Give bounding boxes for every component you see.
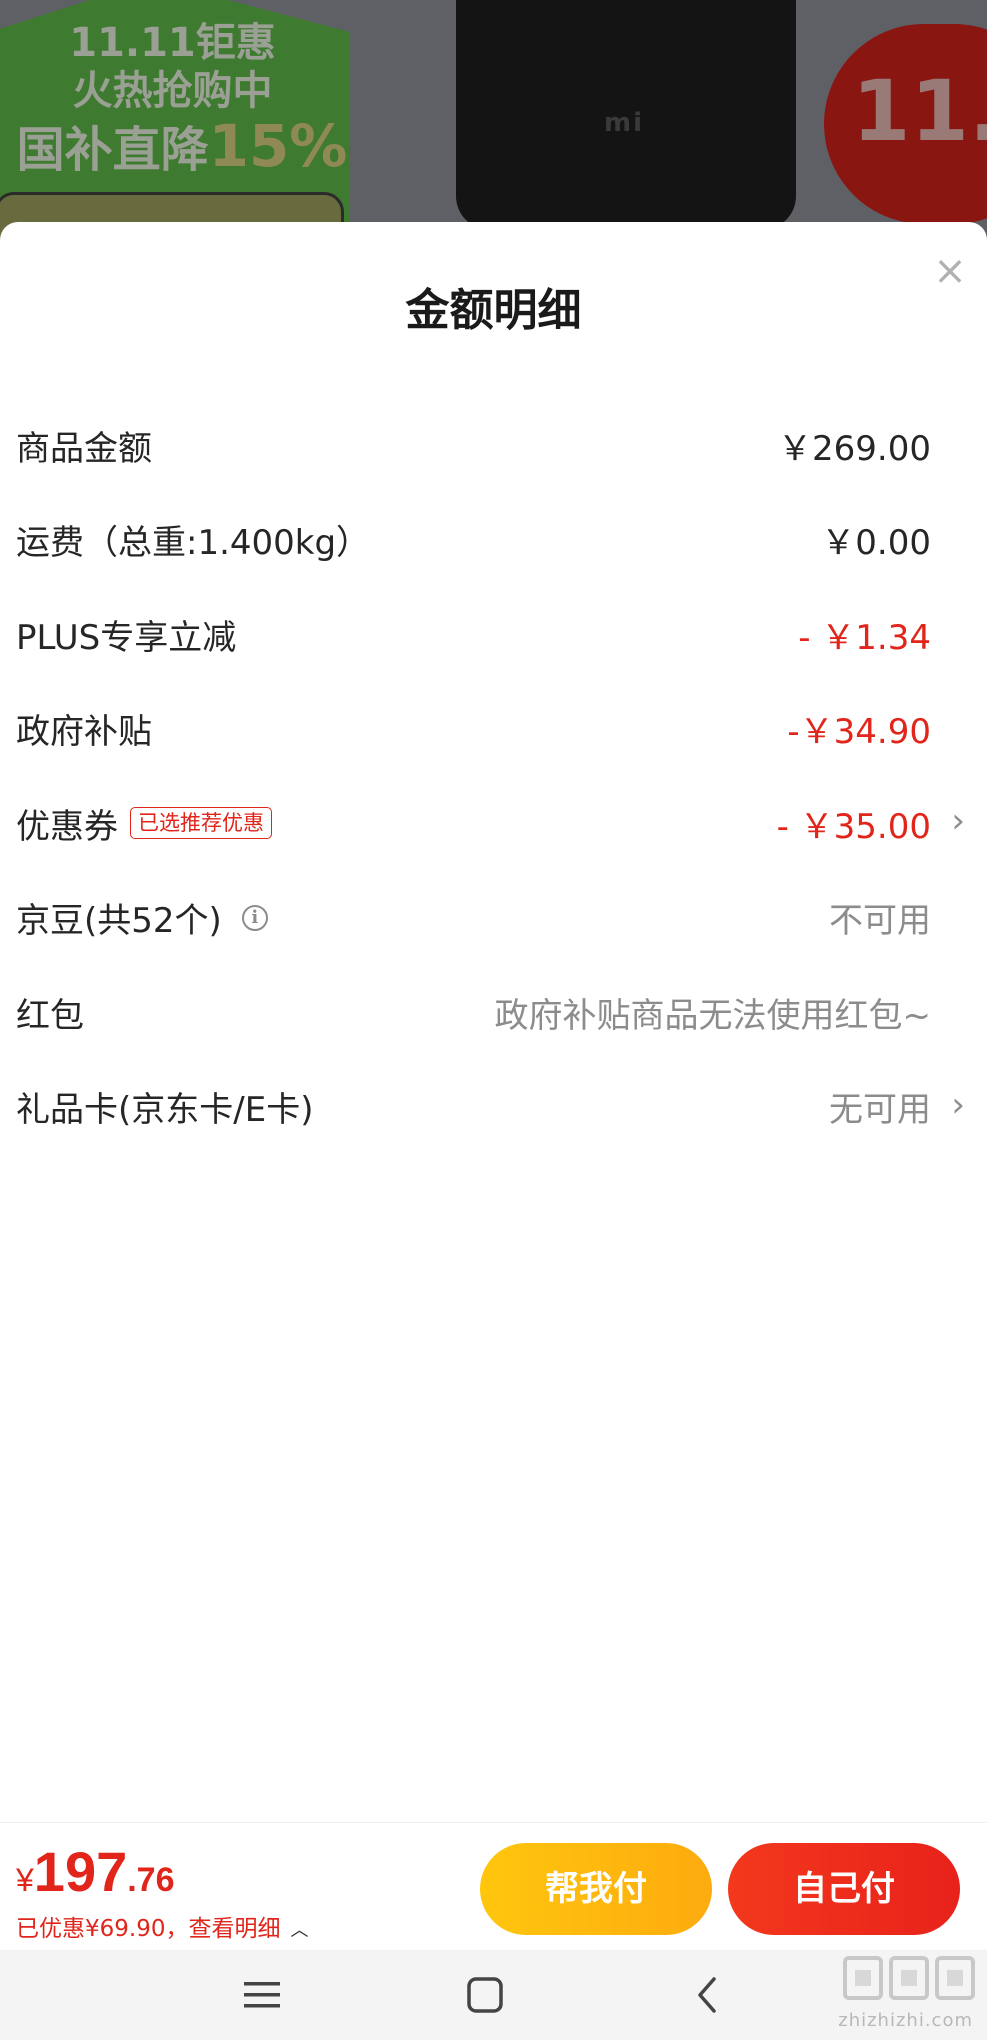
chevron-up-icon: ︿ bbox=[290, 1920, 309, 1941]
total-price: ¥197.76 bbox=[16, 1839, 175, 1904]
row-red-packet: 红包 政府补贴商品无法使用红包~ bbox=[0, 965, 987, 1060]
row-gift-card[interactable]: 礼品卡(京东卡/E卡) 无可用 › bbox=[0, 1060, 987, 1155]
row-value: - ￥1.34 bbox=[798, 617, 931, 658]
row-plus-discount: PLUS专享立减 - ￥1.34 bbox=[0, 587, 987, 682]
jd-beans-label: 京豆(共52个) bbox=[16, 901, 222, 942]
event-badge-text: 11.11 bbox=[852, 62, 987, 160]
chevron-right-icon: › bbox=[951, 1084, 965, 1125]
sheet-title: 金额明细 bbox=[405, 285, 582, 336]
help-me-pay-button[interactable]: 帮我付 bbox=[480, 1843, 712, 1935]
row-value: -￥34.90 bbox=[787, 712, 931, 753]
row-label: 红包 bbox=[16, 995, 84, 1036]
total-integer: 197 bbox=[33, 1840, 128, 1903]
home-icon[interactable] bbox=[440, 1950, 530, 2040]
discount-text: 已优惠¥69.90，查看明细 bbox=[16, 1916, 281, 1942]
row-coupon[interactable]: 优惠券 已选推荐优惠 - ￥35.00 › bbox=[0, 776, 987, 871]
row-label: 运费（总重:1.400kg） bbox=[16, 523, 371, 564]
checkout-bar: ¥197.76 已优惠¥69.90，查看明细 ︿ 帮我付 自己付 bbox=[0, 1822, 987, 1950]
product-logo: mi bbox=[604, 108, 645, 138]
amount-rows: 商品金额 ￥269.00 运费（总重:1.400kg） ￥0.00 PLUS专享… bbox=[0, 398, 987, 1154]
row-label: 优惠券 已选推荐优惠 bbox=[16, 799, 272, 848]
amount-detail-sheet: × 金额明细 商品金额 ￥269.00 运费（总重:1.400kg） ￥0.00… bbox=[0, 222, 987, 1822]
menu-icon[interactable] bbox=[217, 1950, 307, 2040]
promo-discount: 国补直降15% bbox=[12, 110, 352, 180]
row-value: 政府补贴商品无法使用红包~ bbox=[494, 995, 932, 1036]
row-item-amount: 商品金额 ￥269.00 bbox=[0, 398, 987, 493]
info-icon[interactable]: i bbox=[241, 904, 268, 931]
chevron-right-icon: › bbox=[951, 801, 965, 842]
row-label: PLUS专享立减 bbox=[16, 617, 237, 658]
currency-symbol: ¥ bbox=[16, 1862, 34, 1898]
row-label: 礼品卡(京东卡/E卡) bbox=[16, 1090, 314, 1131]
view-detail-link[interactable]: 已优惠¥69.90，查看明细 ︿ bbox=[16, 1909, 308, 1943]
watermark-text: zhizhizhi.com bbox=[838, 2010, 973, 2031]
product-banner: 11.11钜惠 火热抢购中 国补直降15% mi 11.11 bbox=[0, 0, 987, 240]
recommended-tag: 已选推荐优惠 bbox=[130, 807, 272, 840]
row-value: ￥269.00 bbox=[778, 428, 931, 469]
row-jd-beans: 京豆(共52个) i 不可用 bbox=[0, 871, 987, 966]
row-label: 商品金额 bbox=[16, 428, 152, 469]
promo-subtitle: 火热抢购中 bbox=[72, 68, 273, 114]
screen: 11.11钜惠 火热抢购中 国补直降15% mi 11.11 × 金额明细 商品… bbox=[0, 0, 987, 2040]
row-label: 政府补贴 bbox=[16, 712, 152, 753]
promo-discount-prefix: 国补直降 bbox=[16, 122, 209, 178]
back-icon[interactable] bbox=[662, 1950, 752, 2040]
promo-discount-value: 15% bbox=[208, 112, 348, 180]
coupon-label: 优惠券 bbox=[16, 806, 118, 847]
total-decimal: .76 bbox=[127, 1861, 175, 1899]
row-label: 京豆(共52个) i bbox=[16, 893, 268, 942]
pay-myself-button[interactable]: 自己付 bbox=[728, 1843, 960, 1935]
row-shipping: 运费（总重:1.400kg） ￥0.00 bbox=[0, 493, 987, 588]
row-value: - ￥35.00 bbox=[776, 806, 931, 847]
row-value: ￥0.00 bbox=[821, 523, 931, 564]
row-value: 无可用 bbox=[829, 1090, 931, 1131]
row-gov-subsidy: 政府补贴 -￥34.90 bbox=[0, 682, 987, 777]
row-value: 不可用 bbox=[829, 901, 931, 942]
